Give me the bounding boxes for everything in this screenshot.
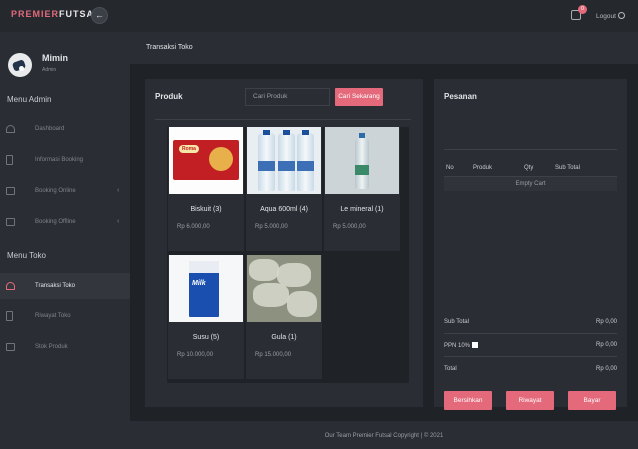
subtotal-label: Sub Total: [444, 319, 469, 325]
sidebar-item-dashboard[interactable]: Dashboard: [0, 116, 130, 142]
user-role: Admin: [42, 67, 57, 73]
sidebar-item-label: Booking Offline: [35, 219, 76, 225]
sidebar-item-informasi-booking[interactable]: Informasi Booking: [0, 147, 130, 173]
ppn-row: PPN 10%: [444, 342, 479, 349]
product-price: Rp 6.000,00: [177, 224, 210, 230]
product-price: Rp 5.000,00: [255, 224, 288, 230]
subtotal-value: Rp 0,00: [595, 319, 617, 325]
sidebar-item-transaksi-toko[interactable]: Transaksi Toko: [0, 273, 130, 299]
products-panel: Produk Cari Produk Cari Sekarang Roma Bi…: [145, 79, 423, 407]
order-panel: Pesanan No Produk Qty Sub Total Empty Ca…: [434, 79, 627, 410]
search-input[interactable]: Cari Produk: [245, 88, 330, 106]
product-image: [325, 127, 399, 194]
pay-button[interactable]: Bayar: [568, 391, 616, 410]
copyright-text: Our Team Premier Futsal Copyright | © 20…: [324, 433, 444, 439]
empty-cart-message: Empty Cart: [444, 177, 617, 191]
history-button[interactable]: Riwayat: [506, 391, 554, 410]
avatar: [8, 53, 32, 77]
speedometer-icon: [6, 282, 15, 290]
sidebar-item-booking-online[interactable]: Booking Online ‹: [0, 178, 130, 204]
sidebar-item-label: Riwayat Toko: [35, 313, 71, 319]
arrow-left-icon: ←: [95, 10, 104, 20]
product-card[interactable]: Le mineral (1) Rp 5.000,00: [324, 127, 400, 251]
main-content: Transaksi Toko Produk Cari Produk Cari S…: [130, 32, 638, 449]
sidebar: Mimin Admin Menu Admin Dashboard Informa…: [0, 32, 130, 449]
book-icon: [6, 218, 15, 226]
box-icon: [6, 343, 15, 351]
divider: [444, 149, 617, 150]
product-card[interactable]: Aqua 600ml (4) Rp 5.000,00: [246, 127, 322, 251]
total-label: Total: [444, 366, 457, 372]
product-grid: Roma Biskuit (3) Rp 6.000,00 Aqua 600ml …: [167, 127, 409, 383]
total-value: Rp 0,00: [595, 366, 617, 372]
product-name: Susu (5): [192, 334, 220, 341]
user-name: Mimin: [42, 53, 68, 63]
ppn-label: PPN 10%: [444, 343, 471, 349]
product-card[interactable]: Roma Biskuit (3) Rp 6.000,00: [168, 127, 244, 251]
product-card[interactable]: Gula (1) Rp 15.000,00: [246, 255, 322, 379]
product-name: Aqua 600ml (4): [260, 206, 308, 213]
product-price: Rp 15.000,00: [255, 352, 292, 358]
product-name: Biskuit (3): [190, 206, 222, 213]
sidebar-item-stok-produk[interactable]: Stok Produk: [0, 334, 130, 360]
sidebar-item-label: Transaksi Toko: [35, 283, 76, 289]
logout-button[interactable]: Logout: [596, 12, 625, 20]
col-subtotal: Sub Total: [555, 165, 580, 171]
menu-toko-title: Menu Toko: [7, 251, 46, 260]
product-name: Gula (1): [271, 334, 297, 341]
menu-admin-title: Menu Admin: [7, 95, 52, 104]
footer: Our Team Premier Futsal Copyright | © 20…: [130, 421, 638, 449]
product-price: Rp 10.000,00: [177, 352, 214, 358]
document-icon: [6, 155, 13, 165]
notification-badge: 0: [578, 5, 587, 14]
document-icon: [6, 311, 13, 321]
clear-button[interactable]: Bersihkan: [444, 391, 492, 410]
logout-label: Logout: [596, 13, 616, 20]
product-card[interactable]: Milk Susu (5) Rp 10.000,00: [168, 255, 244, 379]
page-title: Transaksi Toko: [146, 44, 193, 51]
roma-logo: Roma: [179, 145, 199, 153]
product-name: Le mineral (1): [340, 206, 384, 213]
divider: [155, 119, 411, 120]
order-title: Pesanan: [444, 92, 477, 101]
chevron-left-icon: ‹: [117, 187, 120, 194]
divider: [444, 356, 617, 357]
col-produk: Produk: [473, 165, 493, 171]
sidebar-item-label: Booking Online: [35, 188, 76, 194]
sidebar-item-label: Informasi Booking: [35, 157, 84, 163]
col-qty: Qty: [524, 165, 534, 171]
product-image: Roma: [169, 127, 243, 194]
product-image: Milk: [169, 255, 243, 322]
logout-icon: [617, 12, 625, 19]
chevron-left-icon: ‹: [117, 218, 120, 225]
page-header: Transaksi Toko: [130, 32, 638, 64]
milk-label: Milk: [192, 280, 206, 287]
sidebar-toggle-button[interactable]: ←: [91, 7, 108, 24]
monitor-icon: [6, 187, 15, 195]
sidebar-item-booking-offline[interactable]: Booking Offline ‹: [0, 209, 130, 235]
search-button[interactable]: Cari Sekarang: [335, 88, 383, 106]
brand-logo[interactable]: PREMIERFUTSAL: [11, 9, 101, 19]
products-title: Produk: [155, 92, 183, 101]
sidebar-item-riwayat-toko[interactable]: Riwayat Toko: [0, 303, 130, 329]
brand-part1: PREMIER: [11, 9, 60, 19]
divider: [444, 333, 617, 334]
topbar: PREMIERFUTSAL ← 0 Logout: [0, 0, 638, 32]
dashboard-icon: [6, 125, 15, 133]
ppn-checkbox[interactable]: [472, 342, 479, 348]
product-image: [247, 127, 321, 194]
ppn-value: Rp 0,00: [595, 342, 617, 348]
col-no: No: [446, 165, 454, 171]
sidebar-item-label: Dashboard: [35, 126, 65, 132]
product-image: [247, 255, 321, 322]
sidebar-item-label: Stok Produk: [35, 344, 68, 350]
product-price: Rp 5.000,00: [333, 224, 366, 230]
